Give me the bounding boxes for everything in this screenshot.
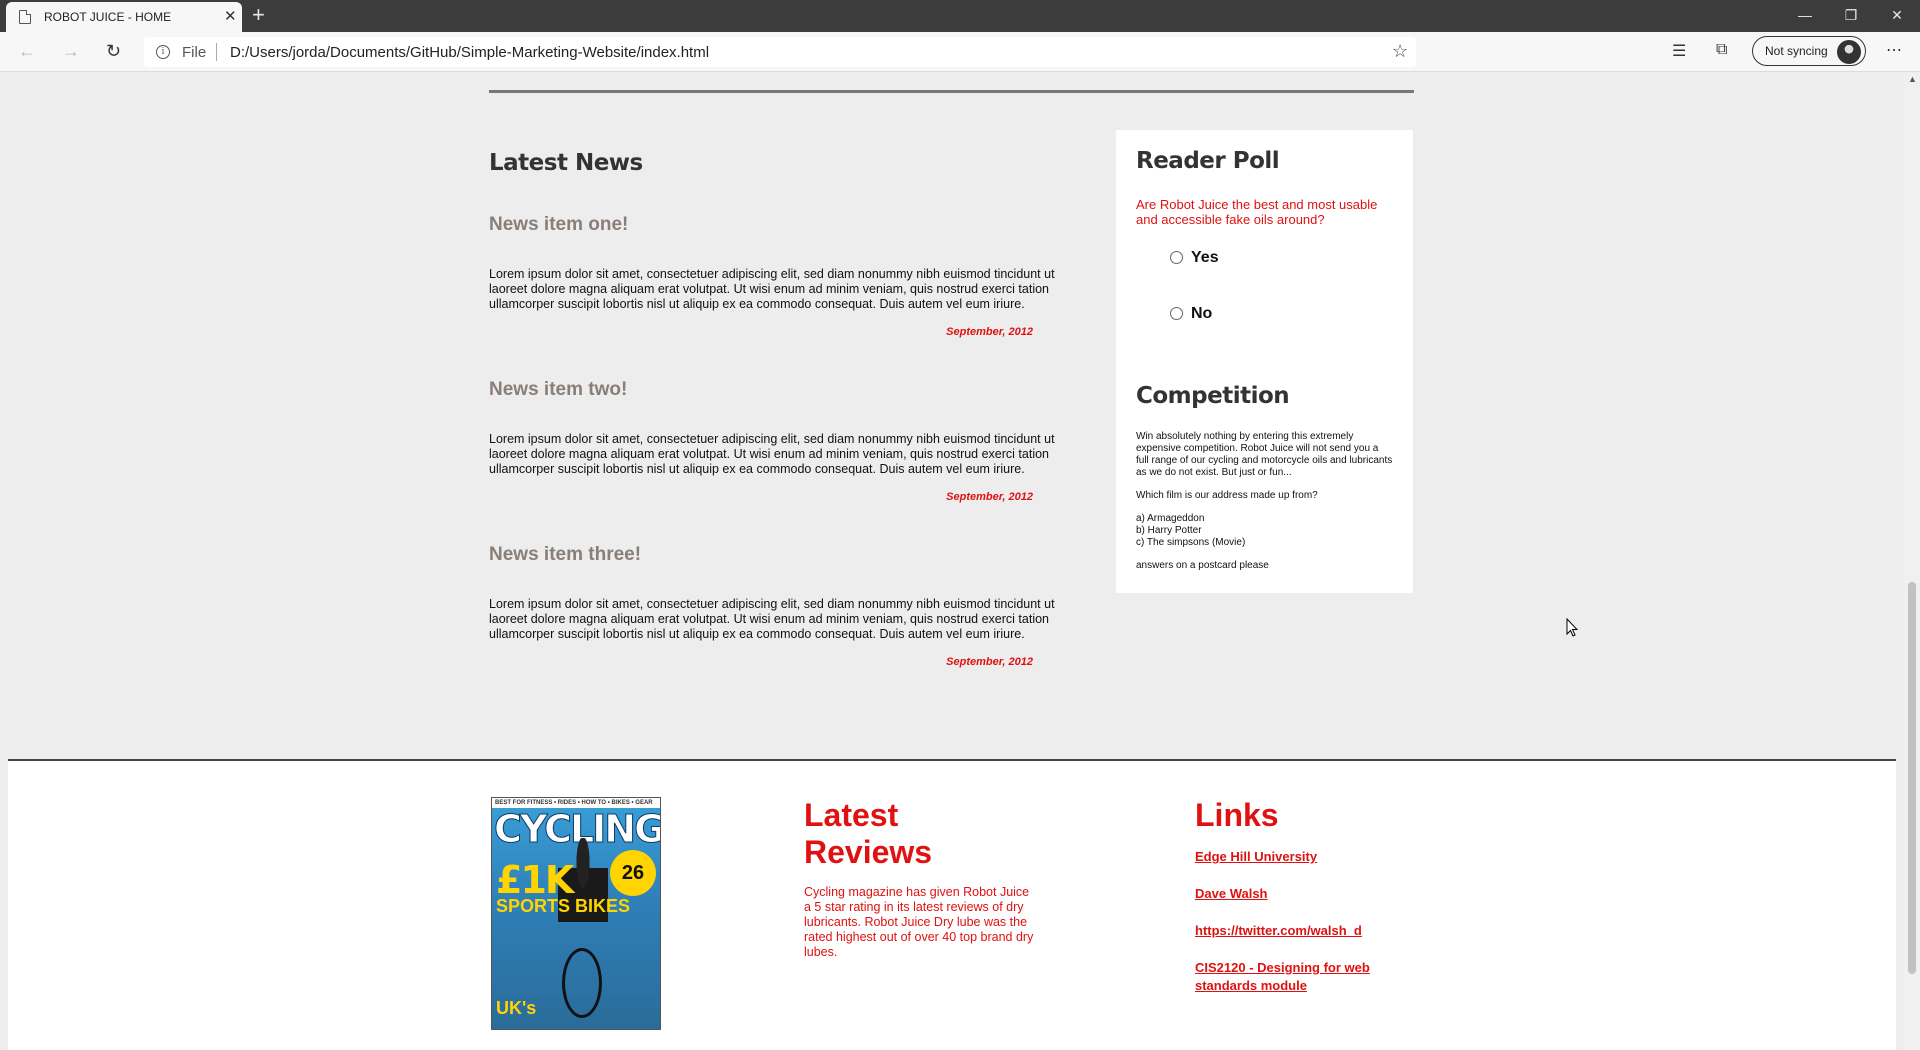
poll-option-yes[interactable]: Yes [1136,227,1393,283]
refresh-icon[interactable]: ↻ [106,41,121,62]
browser-tab[interactable]: ROBOT JUICE - HOME ✕ [6,2,242,32]
more-icon[interactable]: ⋯ [1886,40,1903,60]
latest-news-title: Latest News [489,150,643,176]
news-date: September, 2012 [946,326,1033,338]
sync-label: Not syncing [1765,44,1828,58]
radio-button[interactable] [1170,307,1183,320]
news-item: News item one! Lorem ipsum dolor sit ame… [489,214,1079,338]
news-body: Lorem ipsum dolor sit amet, consectetuer… [489,597,1055,641]
star-icon[interactable]: ☆ [1392,41,1408,62]
sidebar-panel: Reader Poll Are Robot Juice the best and… [1116,130,1413,593]
link-edge-hill[interactable]: Edge Hill University [1195,848,1395,866]
news-item: News item three! Lorem ipsum dolor sit a… [489,544,1079,668]
competition-footer: answers on a postcard please [1136,560,1269,571]
reviews-text: Cycling magazine has given Robot Juice a… [804,885,1034,959]
news-heading: News item three! [489,544,642,565]
link-dave-walsh[interactable]: Dave Walsh [1195,885,1395,903]
page-icon [19,10,31,24]
collections-icon[interactable]: ⧉ [1716,41,1727,59]
bike-wheel [562,948,602,1018]
competition-answer: c) The simpsons (Movie) [1136,537,1246,548]
poll-option-label[interactable]: No [1191,305,1212,323]
latest-news-section: Latest News News item one! Lorem ipsum d… [489,150,1079,668]
poll-question: Are Robot Juice the best and most usable… [1136,197,1378,227]
news-heading: News item one! [489,214,629,235]
avatar [1837,40,1861,64]
restore-button[interactable]: ❐ [1828,0,1874,32]
close-window-button[interactable]: ✕ [1874,0,1920,32]
news-heading: News item two! [489,379,628,400]
page-footer: BEST FOR FITNESS • RIDES • HOW TO • BIKE… [8,759,1896,1050]
competition-intro: Win absolutely nothing by entering this … [1136,431,1393,478]
back-arrow-icon[interactable]: ← [18,41,36,62]
tab-title: ROBOT JUICE - HOME [44,10,172,24]
header-divider [489,90,1414,93]
minimize-button[interactable]: — [1782,0,1828,32]
url-text[interactable]: D:/Users/jorda/Documents/GitHub/Simple-M… [230,44,709,61]
news-item: News item two! Lorem ipsum dolor sit ame… [489,379,1079,503]
vertical-scrollbar[interactable]: ▲ [1904,72,1920,1050]
poll-option-no[interactable]: No [1136,283,1393,339]
favorites-list-icon[interactable]: ☰ [1672,41,1686,61]
scroll-up-arrow-icon[interactable]: ▲ [1908,74,1917,84]
competition-text: Win absolutely nothing by entering this … [1136,431,1393,572]
sync-button[interactable]: Not syncing [1752,36,1866,66]
competition-answer: b) Harry Potter [1136,525,1202,536]
news-body: Lorem ipsum dolor sit amet, consectetuer… [489,267,1055,311]
news-date: September, 2012 [946,491,1033,503]
cycling-magazine-cover: BEST FOR FITNESS • RIDES • HOW TO • BIKE… [491,797,661,1030]
address-separator [216,43,217,61]
latest-reviews-section: Latest Reviews Cycling magazine has give… [804,797,1034,960]
file-scheme-label: File [182,44,207,61]
browser-toolbar: ← → ↻ i File D:/Users/jorda/Documents/Gi… [0,32,1920,72]
radio-button[interactable] [1170,251,1183,264]
links-title: Links [1195,797,1279,833]
info-icon[interactable]: i [156,45,170,59]
new-tab-button[interactable]: + [252,2,265,28]
address-bar[interactable]: i File D:/Users/jorda/Documents/GitHub/S… [144,37,1416,67]
reader-poll-title: Reader Poll [1136,148,1280,174]
poll-option-label[interactable]: Yes [1191,249,1219,267]
news-date: September, 2012 [946,656,1033,668]
competition-answers: a) Armageddon b) Harry Potter c) The sim… [1136,513,1393,549]
latest-reviews-title: Latest Reviews [804,797,933,870]
forward-arrow-icon[interactable]: → [62,41,80,62]
magazine-subheadline: SPORTS BIKES [496,896,631,916]
scrollbar-thumb[interactable] [1908,582,1916,974]
link-cis2120[interactable]: CIS2120 - Designing for web standards mo… [1195,959,1395,995]
page-viewport: Latest News News item one! Lorem ipsum d… [0,72,1904,1050]
tab-close-icon[interactable]: ✕ [224,7,237,25]
competition-title: Competition [1136,383,1290,409]
browser-titlebar: ROBOT JUICE - HOME ✕ + — ❐ ✕ [0,0,1920,32]
competition-answer: a) Armageddon [1136,513,1205,524]
competition-question: Which film is our address made up from? [1136,490,1318,501]
news-body: Lorem ipsum dolor sit amet, consectetuer… [489,432,1055,476]
magazine-badge: 26 [610,850,656,896]
mouse-cursor-icon [1566,618,1579,637]
links-section: Links Edge Hill University Dave Walsh ht… [1195,797,1395,995]
magazine-bottom-text: UK's [496,998,537,1018]
link-twitter[interactable]: https://twitter.com/walsh_d [1195,922,1395,940]
